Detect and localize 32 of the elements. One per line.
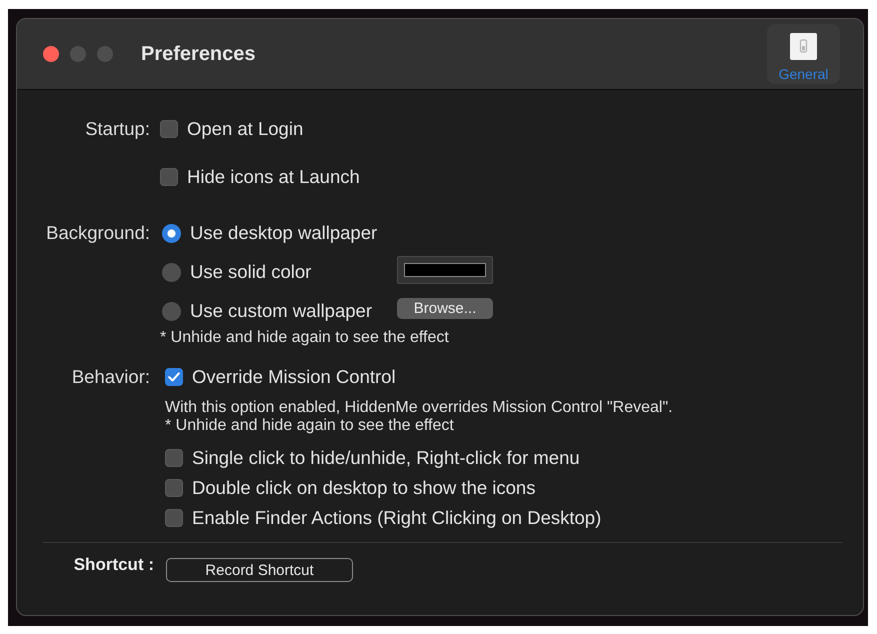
radio-button[interactable] xyxy=(162,262,181,282)
checkbox[interactable] xyxy=(165,509,183,527)
checkbox-label[interactable]: Double click on desktop to show the icons xyxy=(192,477,536,499)
radio-label[interactable]: Use custom wallpaper xyxy=(190,300,372,322)
checkbox[interactable] xyxy=(160,168,178,186)
checkbox-label[interactable]: Single click to hide/unhide, Right-click for menu xyxy=(192,447,580,469)
checkbox-label[interactable]: Hide icons at Launch xyxy=(187,166,360,188)
shortcut-label: Shortcut : xyxy=(72,555,154,575)
checkbox-label[interactable]: Open at Login xyxy=(187,118,304,140)
radio-label[interactable]: Use solid color xyxy=(190,261,312,283)
checkbox[interactable] xyxy=(165,479,183,497)
radio-button[interactable] xyxy=(162,302,181,320)
section-label: Startup: xyxy=(84,117,150,141)
record-shortcut-button[interactable]: Record Shortcut xyxy=(166,558,353,582)
checkmark-icon xyxy=(168,372,180,382)
browse-button[interactable]: Browse... xyxy=(397,298,493,318)
checkbox-label[interactable]: Override Mission Control xyxy=(192,366,396,388)
color-well[interactable] xyxy=(397,256,493,284)
section-label: Background: xyxy=(45,221,150,245)
switch-icon xyxy=(790,33,817,60)
hint-text: With this option enabled, HiddenMe overrides Mission Control "Reveal". xyxy=(165,399,674,417)
close-button[interactable] xyxy=(43,46,59,62)
section-label: Behavior: xyxy=(70,365,150,389)
checkbox[interactable] xyxy=(160,120,178,138)
checkbox[interactable] xyxy=(165,449,183,467)
radio-button[interactable] xyxy=(162,224,181,242)
hint-text: * Unhide and hide again to see the effect xyxy=(160,329,450,347)
hint-text: * Unhide and hide again to see the effect xyxy=(165,417,455,435)
radio-label[interactable]: Use desktop wallpaper xyxy=(190,222,378,244)
checkbox-label[interactable]: Enable Finder Actions (Right Clicking on Desktop) xyxy=(192,507,602,529)
checkbox[interactable] xyxy=(165,368,183,386)
window-title: Preferences xyxy=(141,42,256,66)
